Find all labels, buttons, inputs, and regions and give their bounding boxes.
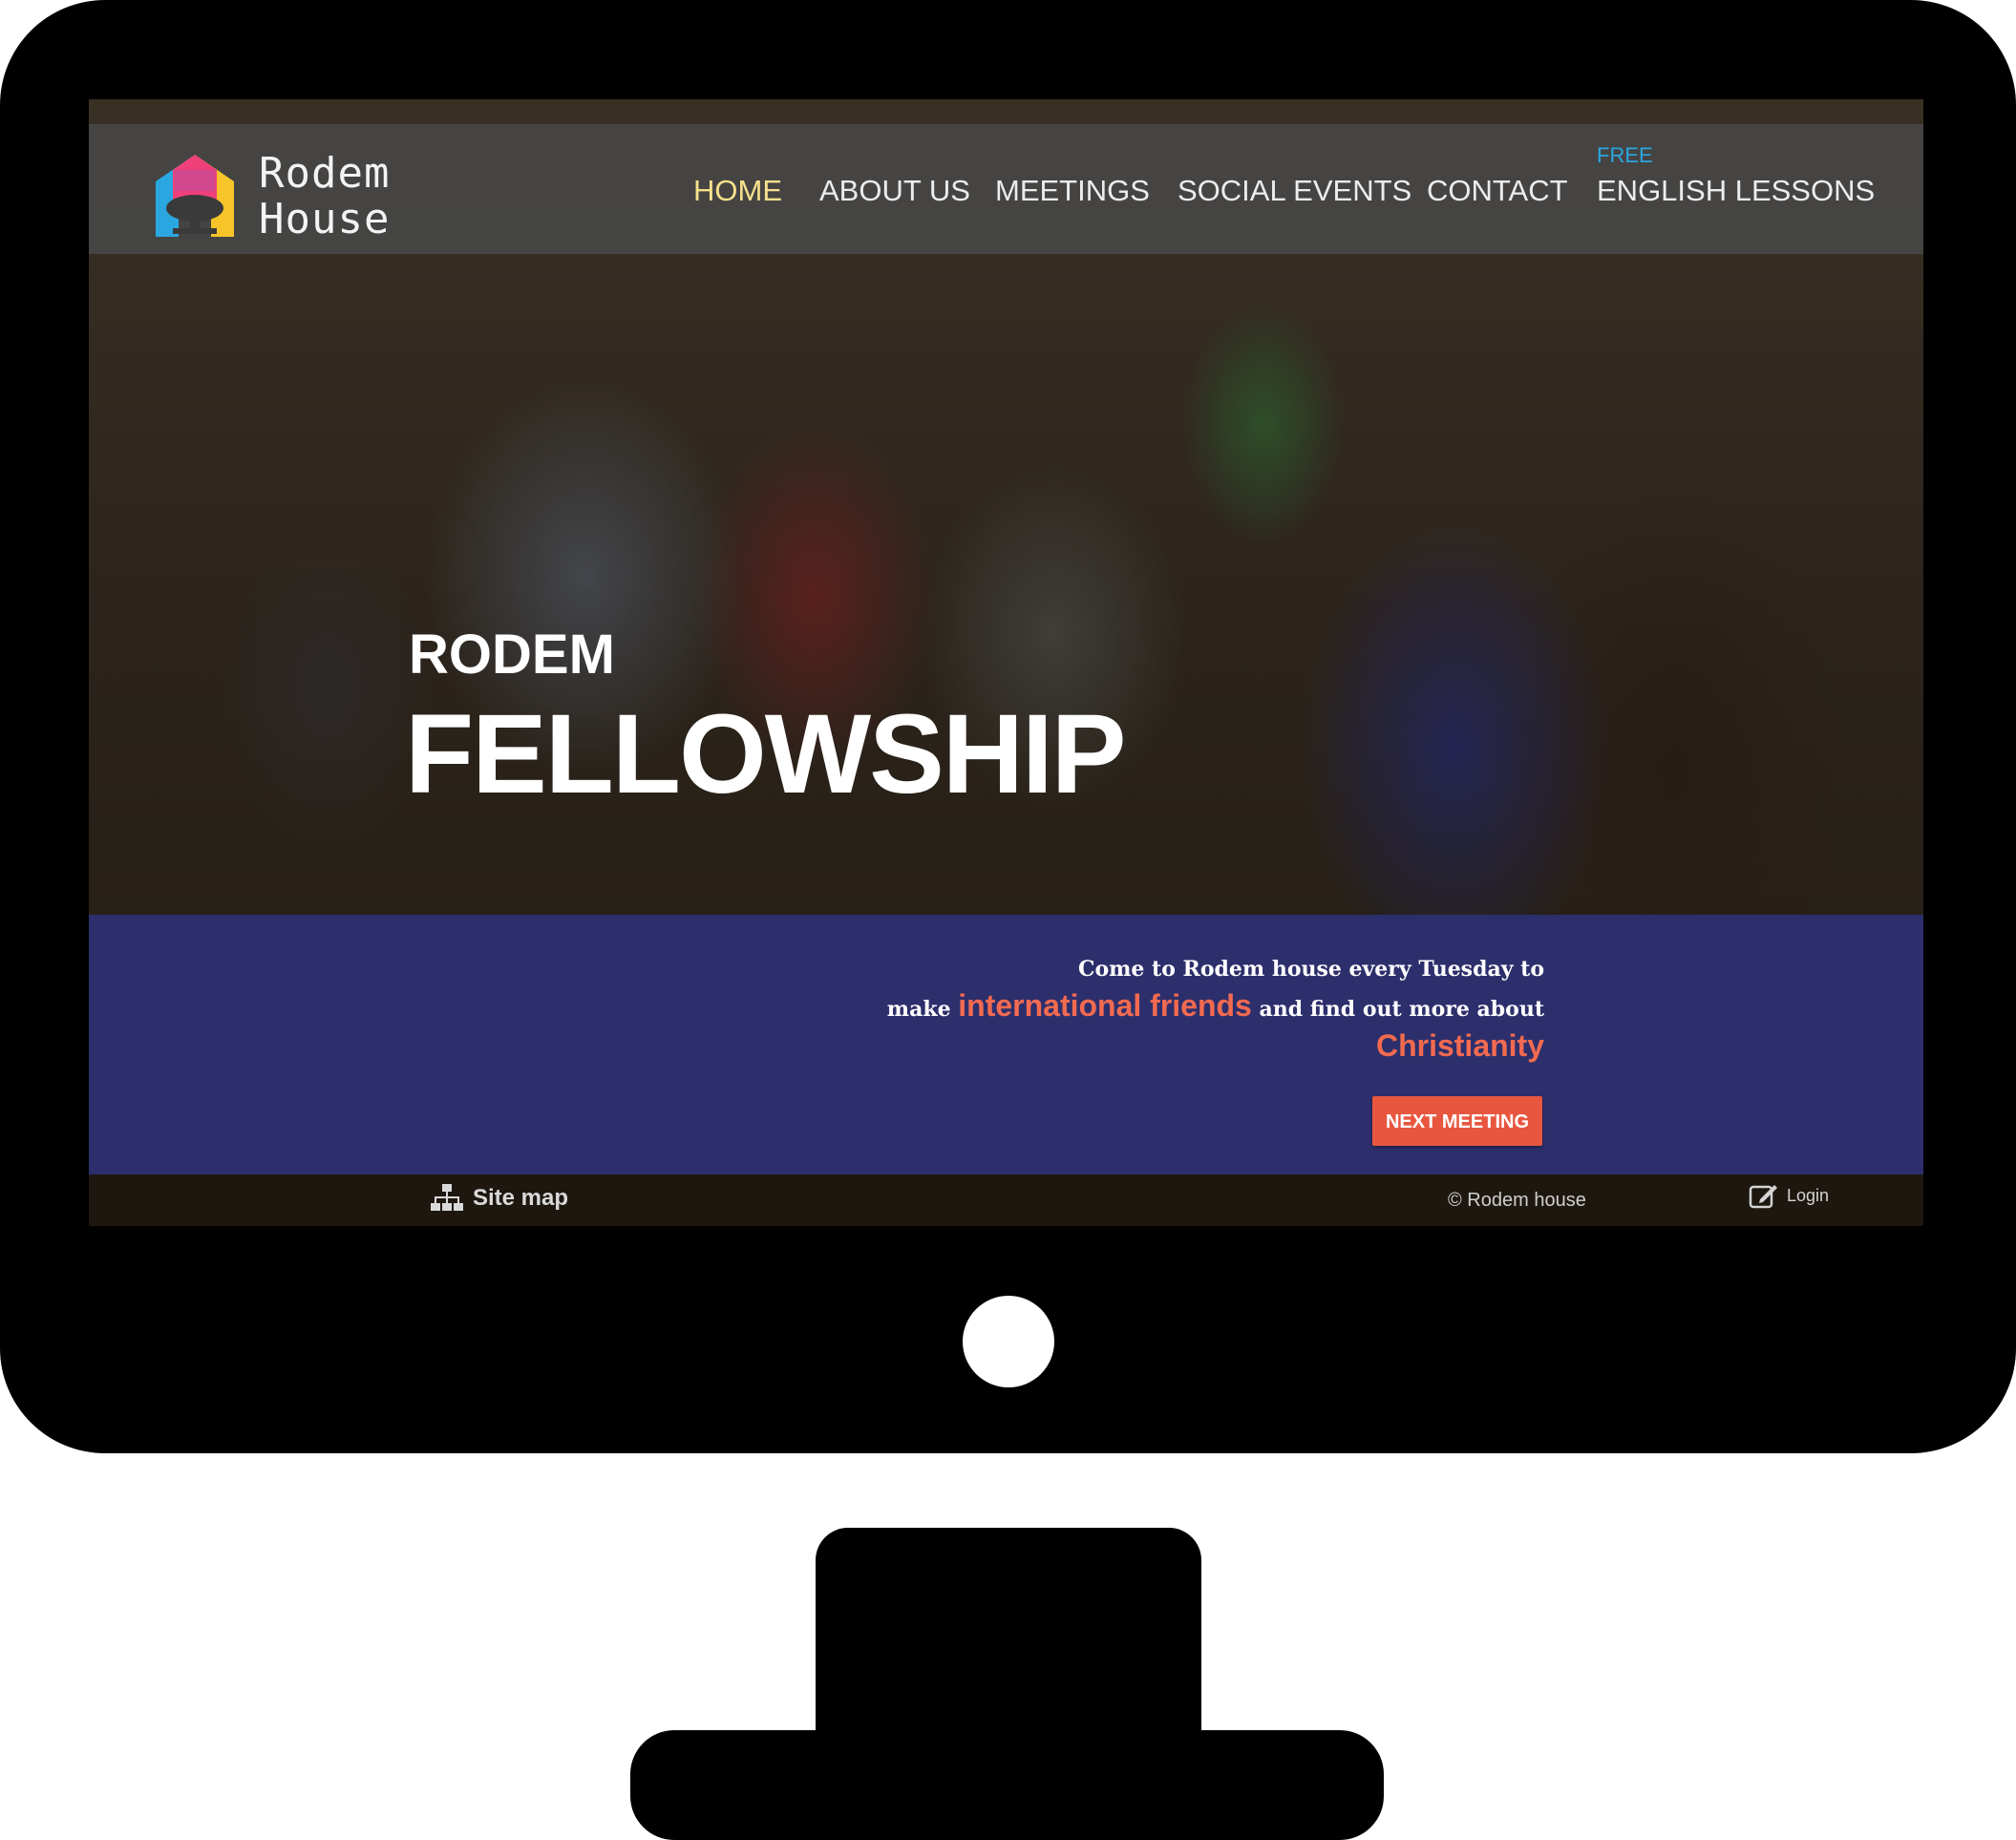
house-logo-icon: [156, 155, 234, 237]
website-screen: Rodem House HOME ABOUT US MEETINGS SOCIA…: [89, 99, 1923, 1226]
footer-bar: Site map © Rodem house Login: [89, 1174, 1923, 1226]
banner-highlight-friends: international friends: [958, 988, 1252, 1023]
login-link[interactable]: Login: [1749, 1182, 1829, 1209]
nav-home[interactable]: HOME: [693, 174, 782, 208]
copyright-text: © Rodem house: [1448, 1190, 1586, 1211]
nav-about-us[interactable]: ABOUT US: [819, 174, 970, 208]
nav-contact[interactable]: CONTACT: [1427, 174, 1568, 208]
edit-icon: [1749, 1185, 1777, 1209]
sitemap-link[interactable]: Site map: [431, 1184, 568, 1213]
sitemap-icon: [431, 1184, 463, 1211]
hero-subtitle: RODEM: [409, 624, 615, 686]
hero-title: FELLOWSHIP: [405, 691, 1127, 817]
monitor-power-button: [963, 1296, 1054, 1387]
login-label: Login: [1787, 1185, 1830, 1205]
site-logo[interactable]: Rodem House: [154, 151, 459, 243]
free-badge: FREE: [1597, 143, 1653, 167]
monitor-stand-base: [630, 1730, 1384, 1840]
banner-highlight-christianity: Christianity: [1375, 1028, 1544, 1063]
banner-line2-prefix: make: [886, 997, 951, 1022]
logo-text-line2: House: [259, 195, 391, 243]
nav-social-events[interactable]: SOCIAL EVENTS: [1178, 174, 1411, 208]
banner-line3: Christianity: [685, 1027, 1544, 1068]
banner-line1: Come to Rodem house every Tuesday to: [1077, 957, 1544, 982]
logo-text-line1: Rodem: [259, 149, 391, 198]
info-banner: Come to Rodem house every Tuesday to mak…: [89, 915, 1923, 1174]
banner-line2: make international friends and find out …: [685, 987, 1544, 1027]
banner-message: Come to Rodem house every Tuesday to mak…: [685, 951, 1544, 1068]
top-navbar: Rodem House HOME ABOUT US MEETINGS SOCIA…: [89, 124, 1923, 254]
next-meeting-button[interactable]: NEXT MEETING: [1372, 1096, 1542, 1146]
nav-meetings[interactable]: MEETINGS: [995, 174, 1150, 208]
nav-english-lessons[interactable]: ENGLISH LESSONS: [1597, 174, 1875, 208]
sitemap-label: Site map: [473, 1185, 569, 1211]
banner-line2-suffix: and find out more about: [1259, 997, 1544, 1022]
